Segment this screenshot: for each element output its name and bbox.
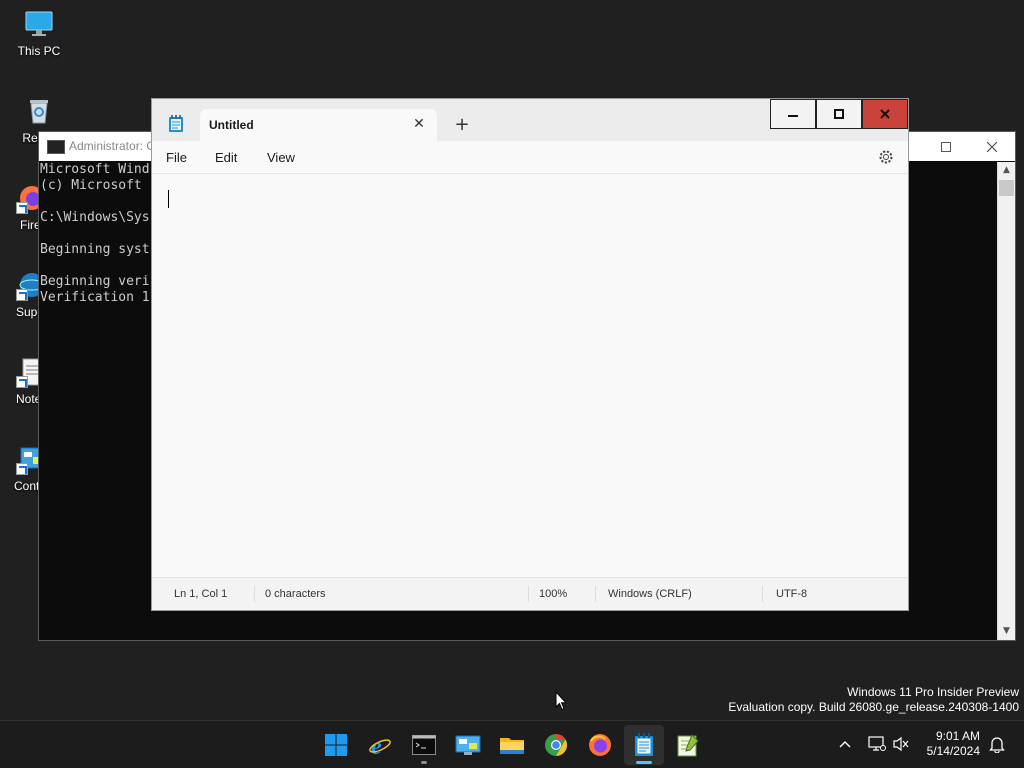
notepad-icon — [635, 733, 653, 756]
taskbar-notepad[interactable] — [624, 725, 664, 765]
taskbar-clock[interactable]: 9:01 AM 5/14/2024 — [927, 729, 980, 759]
notepad-menubar: File Edit View — [152, 141, 908, 173]
status-divider — [595, 586, 596, 602]
maximize-icon — [941, 141, 951, 152]
status-bar: Ln 1, Col 1 0 characters 100% Windows (C… — [152, 577, 908, 610]
gear-icon — [879, 150, 893, 164]
cmd-output: Microsoft Wind (c) Microsoft C:\Windows\S… — [40, 162, 150, 306]
close-icon — [987, 141, 997, 152]
desktop-icon-label: This PC — [17, 44, 61, 58]
firefox-icon — [589, 734, 611, 756]
mouse-cursor-icon — [555, 690, 568, 711]
taskbar-control-panel[interactable] — [448, 725, 488, 765]
notepad-window[interactable]: Untitled ✕ + File Edit View Ln 1, Col 1 … — [151, 98, 909, 611]
menu-file[interactable]: File — [166, 150, 187, 165]
internet-explorer-icon: e — [369, 734, 391, 757]
status-zoom[interactable]: 100% — [539, 588, 567, 600]
cmd-line: Verification 1 — [40, 290, 150, 305]
tab-close-icon[interactable]: ✕ — [409, 114, 429, 134]
menu-edit[interactable]: Edit — [215, 150, 237, 165]
minimize-button[interactable] — [770, 99, 816, 129]
speaker-muted-icon — [893, 736, 909, 752]
terminal-icon — [47, 140, 65, 154]
notepadpp-icon — [677, 734, 699, 757]
status-divider — [528, 586, 529, 602]
notifications-button[interactable] — [986, 733, 1008, 755]
status-characters: 0 characters — [265, 588, 326, 600]
windows-logo-icon — [325, 734, 347, 756]
settings-button[interactable] — [878, 149, 894, 165]
minimize-icon — [788, 115, 798, 117]
desktop: This PC Recyc Firef Super Notep — [0, 0, 1024, 720]
shortcut-arrow-icon — [16, 289, 28, 301]
shortcut-arrow-icon — [16, 376, 28, 388]
windows-watermark: Windows 11 Pro Insider Preview Evaluatio… — [728, 685, 1019, 715]
bell-icon — [989, 737, 1005, 753]
clock-time: 9:01 AM — [935, 729, 980, 743]
volume-button[interactable] — [890, 733, 912, 755]
cmd-line: C:\Windows\Sys — [40, 210, 150, 225]
taskbar: e 9:01 AM 5/14/2024 — [0, 720, 1024, 768]
status-position: Ln 1, Col 1 — [174, 588, 228, 600]
shortcut-arrow-icon — [16, 463, 28, 475]
cmd-title: Administrator: C — [69, 139, 156, 153]
start-button[interactable] — [316, 725, 356, 765]
taskbar-file-explorer[interactable] — [492, 725, 532, 765]
cmd-close-button[interactable] — [969, 132, 1015, 161]
notepad-tabbar[interactable]: Untitled ✕ + — [152, 99, 908, 141]
scroll-down-icon[interactable]: ▼ — [998, 623, 1015, 640]
monitor-icon — [23, 8, 55, 40]
taskbar-firefox[interactable] — [580, 725, 620, 765]
show-hidden-icons-button[interactable] — [834, 733, 856, 755]
active-indicator — [636, 761, 652, 764]
cmd-line — [40, 226, 150, 242]
cmd-line: Microsoft Wind — [40, 162, 150, 177]
maximize-button[interactable] — [816, 99, 862, 129]
terminal-icon — [412, 735, 436, 755]
cmd-line: (c) Microsoft — [40, 178, 150, 193]
watermark-line: Evaluation copy. Build 26080.ge_release.… — [728, 700, 1019, 714]
running-indicator — [421, 761, 427, 764]
plus-icon: + — [454, 114, 470, 135]
status-divider — [254, 586, 255, 602]
status-line-ending: Windows (CRLF) — [608, 588, 692, 600]
status-encoding: UTF-8 — [776, 588, 808, 600]
notepad-icon — [168, 115, 184, 133]
status-divider — [762, 586, 763, 602]
scroll-up-icon[interactable]: ▲ — [998, 162, 1015, 179]
chevron-up-icon — [839, 741, 851, 748]
text-caret — [168, 190, 169, 208]
cmd-line: Beginning syst — [40, 242, 150, 257]
menu-view[interactable]: View — [267, 150, 295, 165]
cmd-line — [40, 258, 150, 274]
cmd-line — [40, 194, 150, 210]
close-button[interactable] — [862, 99, 908, 129]
control-panel-icon — [455, 735, 481, 755]
cmd-maximize-button[interactable] — [923, 132, 969, 161]
text-editor[interactable] — [152, 173, 908, 578]
cmd-line: Beginning veri — [40, 274, 150, 289]
network-status-button[interactable] — [866, 733, 888, 755]
cmd-scrollbar[interactable]: ▲ ▼ — [997, 162, 1015, 640]
folder-icon — [500, 738, 524, 754]
maximize-icon — [834, 109, 844, 119]
clock-date: 5/14/2024 — [926, 744, 980, 758]
desktop-icon-this-pc[interactable]: This PC — [1, 8, 77, 58]
taskbar-command-prompt[interactable] — [404, 725, 444, 765]
taskbar-notepadpp[interactable] — [668, 725, 708, 765]
new-tab-button[interactable]: + — [450, 113, 474, 137]
chrome-icon — [545, 734, 567, 756]
tab-title: Untitled — [209, 118, 254, 132]
taskbar-chrome[interactable] — [536, 725, 576, 765]
scroll-thumb[interactable] — [999, 180, 1014, 196]
taskbar-internet-explorer[interactable]: e — [360, 725, 400, 765]
network-icon — [868, 736, 886, 751]
close-icon — [880, 109, 890, 119]
tab-untitled[interactable]: Untitled ✕ — [200, 109, 437, 141]
shortcut-arrow-icon — [16, 202, 28, 214]
watermark-line: Windows 11 Pro Insider Preview — [847, 685, 1019, 699]
recycle-bin-icon — [23, 95, 55, 127]
